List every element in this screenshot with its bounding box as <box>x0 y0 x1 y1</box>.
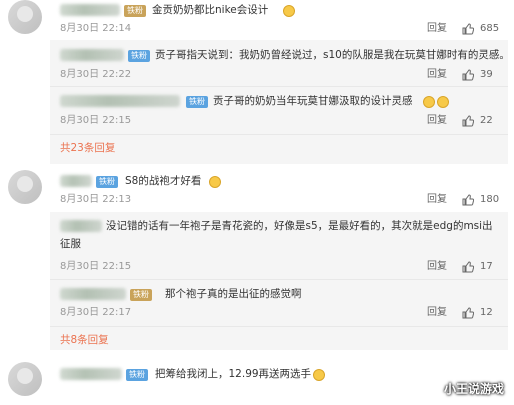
thumb-up-icon[interactable] <box>462 307 474 319</box>
reply-username-blurred[interactable] <box>60 49 124 61</box>
more-replies-link[interactable]: 共8条回复 <box>60 333 109 348</box>
reply-button[interactable]: 回复 <box>427 193 447 207</box>
username-blurred[interactable] <box>60 4 120 16</box>
thumb-up-icon[interactable] <box>462 115 474 127</box>
fan-badge: 铁粉 <box>186 96 208 108</box>
comment-text: 金贡奶奶都比nike会设计 <box>152 4 269 16</box>
reply-text-line2: 征服 <box>60 238 81 250</box>
reply-button[interactable]: 回复 <box>427 260 447 274</box>
reply-time: 8月30日 22:17 <box>60 307 132 318</box>
reply-username-blurred[interactable] <box>60 220 102 232</box>
fan-badge: 铁粉 <box>126 369 148 381</box>
more-replies-link[interactable]: 共23条回复 <box>60 141 115 156</box>
emoji-icon <box>209 176 221 188</box>
comment-time: 8月30日 22:13 <box>60 194 132 205</box>
divider <box>50 279 508 280</box>
divider <box>50 326 508 327</box>
reply-time: 8月30日 22:15 <box>60 261 132 272</box>
like-count: 22 <box>480 115 493 126</box>
reply-time: 8月30日 22:22 <box>60 69 132 80</box>
thumb-up-icon[interactable] <box>462 69 474 81</box>
username-blurred[interactable] <box>60 368 122 380</box>
reply-button[interactable]: 回复 <box>427 306 447 320</box>
thumb-up-icon[interactable] <box>462 23 474 35</box>
avatar[interactable] <box>8 362 42 396</box>
comment-time: 8月30日 22:14 <box>60 23 132 34</box>
emoji-icon <box>437 96 449 108</box>
username-blurred[interactable] <box>60 175 92 187</box>
comment-text: 把筹给我闭上，12.99再送两选手 <box>155 368 312 380</box>
thumb-up-icon[interactable] <box>462 261 474 273</box>
divider <box>50 86 508 87</box>
fan-badge: 铁粉 <box>96 176 118 188</box>
comment-text: S8的战袍才好看 <box>125 175 202 187</box>
reply-username-blurred[interactable] <box>60 95 180 107</box>
reply-button[interactable]: 回复 <box>427 22 447 36</box>
reply-button[interactable]: 回复 <box>427 114 447 128</box>
watermark: 小王说游戏 <box>443 382 504 396</box>
fan-badge: 铁粉 <box>128 50 150 62</box>
emoji-icon <box>313 369 325 381</box>
like-count: 180 <box>480 194 500 205</box>
reply-text: 那个袍子真的是出征的感觉啊 <box>165 288 302 300</box>
reply-time: 8月30日 22:15 <box>60 115 132 126</box>
fan-badge: 铁粉 <box>124 5 146 17</box>
fan-badge: 铁粉 <box>130 289 152 301</box>
like-count: 685 <box>480 23 500 34</box>
thumb-up-icon[interactable] <box>462 194 474 206</box>
like-count: 12 <box>480 307 493 318</box>
reply-text-line1: 没记错的话有一年袍子是青花瓷的，好像是s5，是最好看的，其次就是edg的msi出 <box>106 220 493 232</box>
divider <box>50 134 508 135</box>
reply-text: 贡子哥的奶奶当年玩莫甘娜汲取的设计灵感 <box>213 95 413 107</box>
emoji-icon <box>283 5 295 17</box>
avatar[interactable] <box>8 0 42 34</box>
reply-username-blurred[interactable] <box>60 288 126 300</box>
emoji-icon <box>423 96 435 108</box>
like-count: 39 <box>480 69 493 80</box>
reply-button[interactable]: 回复 <box>427 68 447 82</box>
like-count: 17 <box>480 261 493 272</box>
reply-text: 贡子哥指天说到：我奶奶曾经说过，s10的队服是我在玩莫甘娜时有的灵感。 <box>155 49 510 61</box>
avatar[interactable] <box>8 170 42 204</box>
